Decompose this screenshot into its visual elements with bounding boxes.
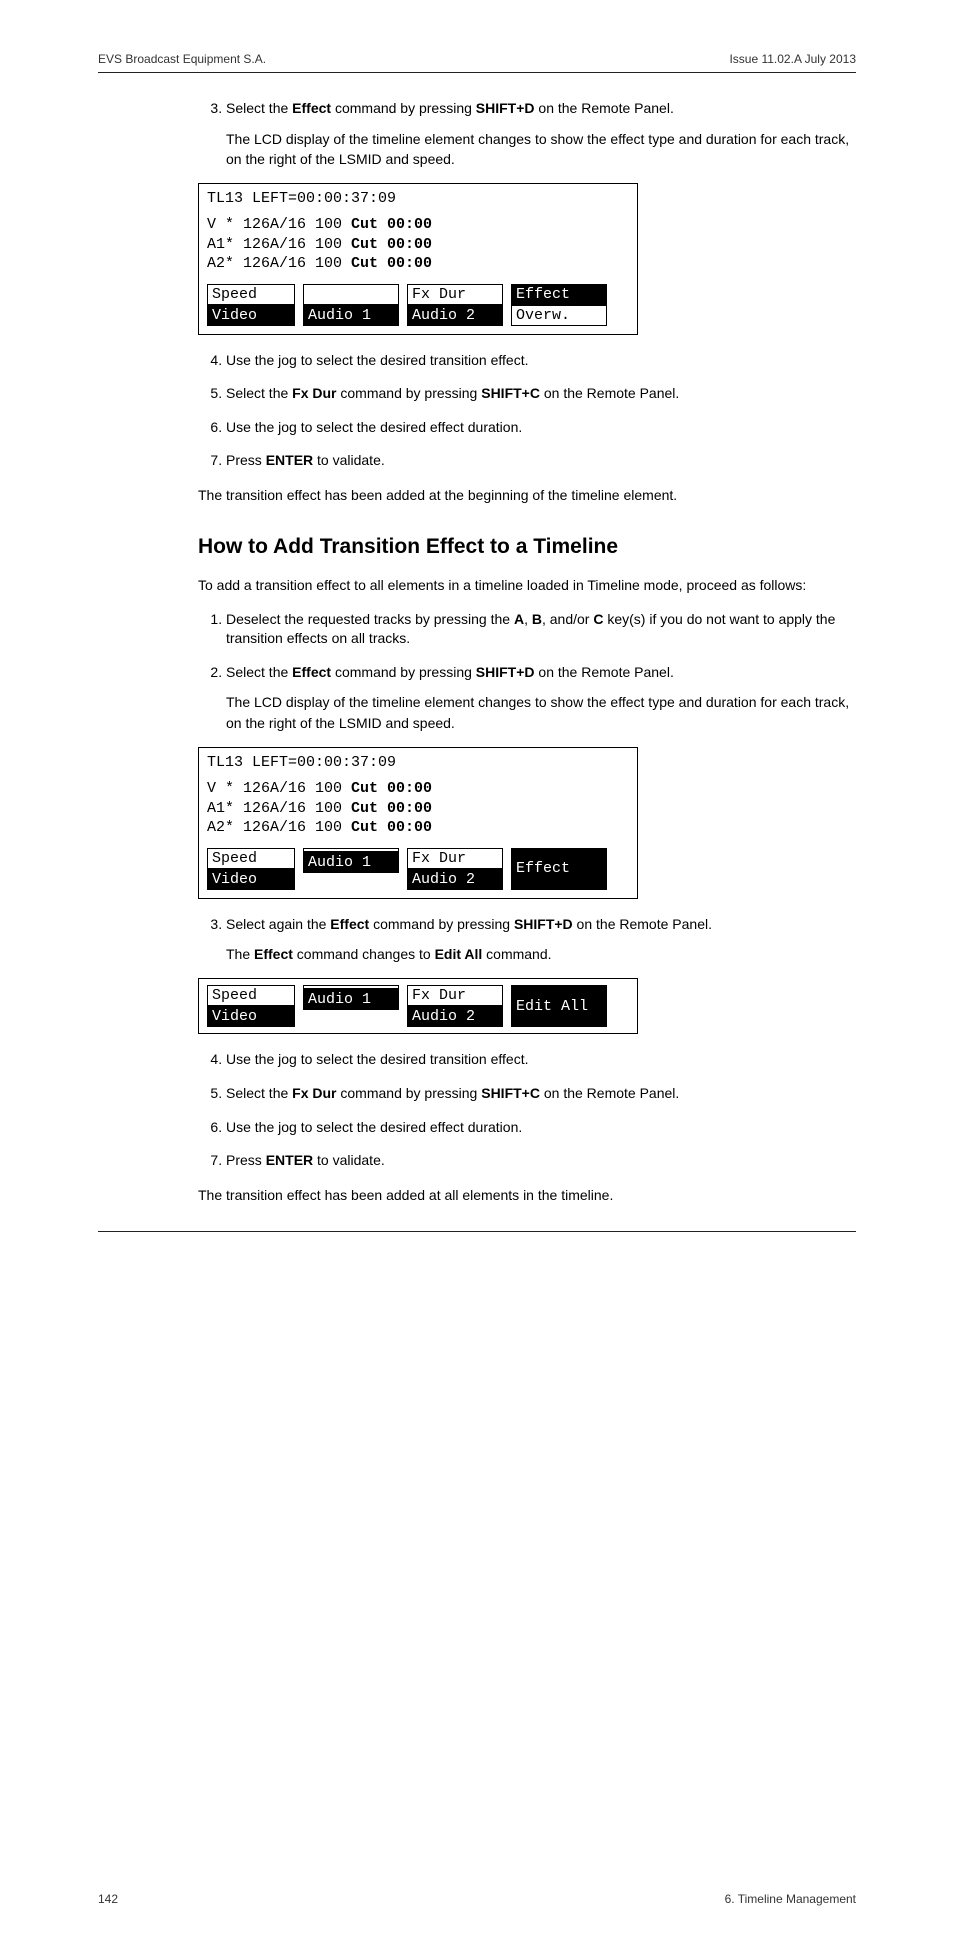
step-5: Select the Fx Dur command by pressing SH…	[226, 384, 856, 404]
lcd2-title: TL13 LEFT=00:00:37:09	[207, 754, 629, 771]
lcd-display-1: TL13 LEFT=00:00:37:09 V * 126A/16 100 Cu…	[198, 183, 638, 335]
sec2-final: The transition effect has been added at …	[198, 1185, 856, 1205]
step-3: Select the Effect command by pressing SH…	[226, 99, 856, 169]
sec2-intro: To add a transition effect to all elemen…	[198, 575, 856, 595]
sec2-step-3: Select again the Effect command by press…	[226, 915, 856, 965]
sec2-step-7: Press ENTER to validate.	[226, 1151, 856, 1171]
header-left: EVS Broadcast Equipment S.A.	[98, 52, 266, 66]
lcd1-speed: Speed	[207, 284, 295, 305]
step-4: Use the jog to select the desired transi…	[226, 351, 856, 371]
lcd2-speed: Speed	[207, 848, 295, 869]
sec2-step-2-sub: The LCD display of the timeline element …	[226, 692, 856, 733]
step-7: Press ENTER to validate.	[226, 451, 856, 471]
footer-section: 6. Timeline Management	[725, 1892, 856, 1906]
sec2-step-2: Select the Effect command by pressing SH…	[226, 663, 856, 733]
sec2-step-4: Use the jog to select the desired transi…	[226, 1050, 856, 1070]
lcd2-audio1: Audio 1	[303, 852, 399, 873]
sec1-final: The transition effect has been added at …	[198, 485, 856, 505]
lcd1-video: Video	[207, 305, 295, 326]
lcd3-editall: Edit All	[511, 985, 607, 1027]
lcd3-video: Video	[207, 1006, 295, 1027]
step-3-sub: The LCD display of the timeline element …	[226, 129, 856, 170]
lcd1-effect: Effect	[511, 284, 607, 305]
header-right: Issue 11.02.A July 2013	[729, 52, 856, 66]
lcd3-fxdur: Fx Dur	[407, 985, 503, 1006]
sec2-step-5: Select the Fx Dur command by pressing SH…	[226, 1084, 856, 1104]
heading: How to Add Transition Effect to a Timeli…	[198, 535, 856, 559]
lcd2-effect: Effect	[511, 848, 607, 890]
step-6: Use the jog to select the desired effect…	[226, 418, 856, 438]
lcd1-title: TL13 LEFT=00:00:37:09	[207, 190, 629, 207]
lcd1-audio1: Audio 1	[303, 305, 399, 326]
lcd2-lines: V * 126A/16 100 Cut 00:00 A1* 126A/16 10…	[207, 779, 629, 838]
footer-divider	[98, 1231, 856, 1232]
lcd3-speed: Speed	[207, 985, 295, 1006]
lcd2-audio2: Audio 2	[407, 869, 503, 890]
lcd1-overw: Overw.	[511, 305, 607, 326]
lcd3-audio2: Audio 2	[407, 1006, 503, 1027]
lcd2-fxdur: Fx Dur	[407, 848, 503, 869]
page-footer: 142 6. Timeline Management	[98, 1892, 856, 1906]
sec2-step-1: Deselect the requested tracks by pressin…	[226, 610, 856, 649]
page-header: EVS Broadcast Equipment S.A. Issue 11.02…	[98, 52, 856, 73]
lcd-display-2: TL13 LEFT=00:00:37:09 V * 126A/16 100 Cu…	[198, 747, 638, 899]
lcd-display-3: Speed Video Audio 1 Fx Dur Audio 2 Edit …	[198, 978, 638, 1034]
sec2-step-3-sub: The Effect command changes to Edit All c…	[226, 944, 856, 964]
lcd1-blank	[303, 284, 399, 305]
lcd1-fxdur: Fx Dur	[407, 284, 503, 305]
footer-page-number: 142	[98, 1892, 118, 1906]
lcd3-audio1: Audio 1	[303, 989, 399, 1010]
lcd2-video: Video	[207, 869, 295, 890]
lcd1-lines: V * 126A/16 100 Cut 00:00 A1* 126A/16 10…	[207, 215, 629, 274]
lcd1-audio2: Audio 2	[407, 305, 503, 326]
sec2-step-6: Use the jog to select the desired effect…	[226, 1118, 856, 1138]
